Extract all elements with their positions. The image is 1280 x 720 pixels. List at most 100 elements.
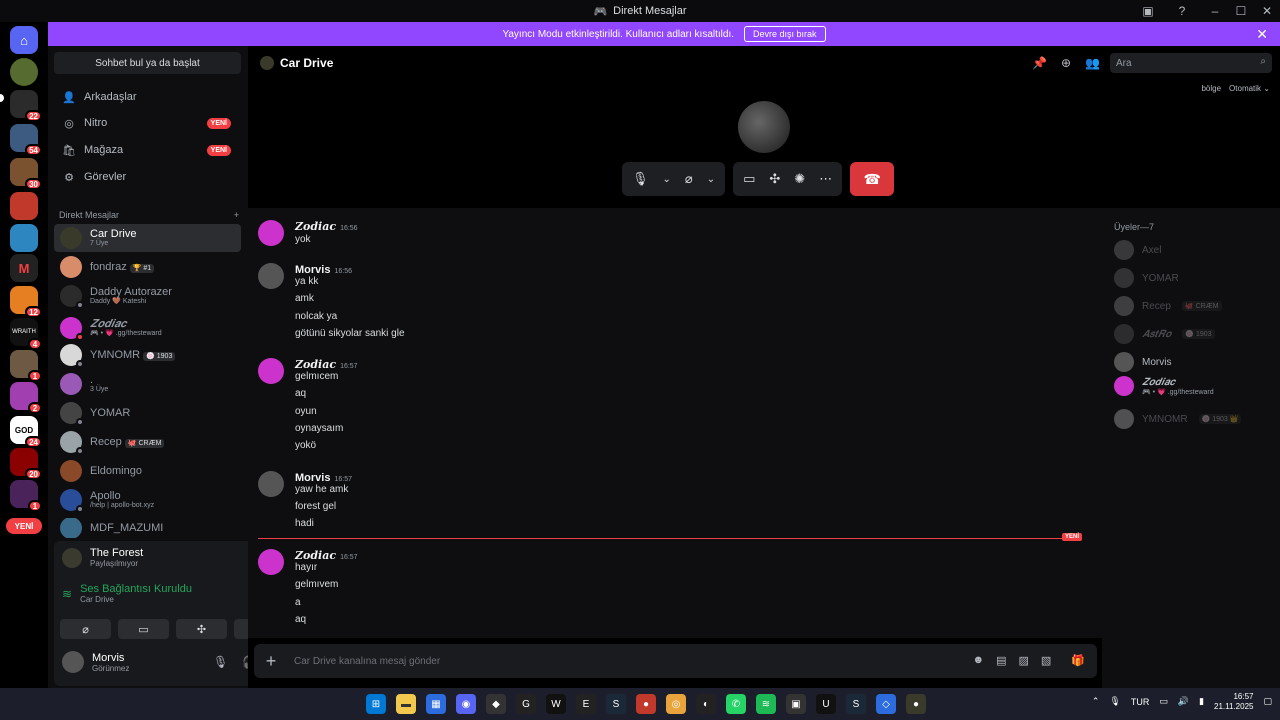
app-icon[interactable]: ◆	[486, 694, 506, 714]
message-composer[interactable]: + Car Drive kanalına mesaj gönder ☻ ▤ ▨ …	[254, 644, 1097, 678]
server-icon[interactable]: 54	[10, 124, 42, 156]
app-icon[interactable]: W	[546, 694, 566, 714]
find-conversation-button[interactable]: Sohbet bul ya da başlat	[54, 52, 241, 74]
server-icon[interactable]: 20	[10, 448, 42, 480]
dm-item[interactable]: YMNOMR 🍥 1903	[54, 341, 241, 369]
upload-plus-icon[interactable]: +	[254, 651, 288, 672]
more-icon[interactable]: ⋯	[819, 171, 832, 187]
steam-icon[interactable]: S	[606, 694, 626, 714]
member-item[interactable]: Morvis	[1114, 352, 1171, 372]
file-explorer-icon[interactable]: ▬	[396, 694, 416, 714]
nav-nitro[interactable]: ◎ Nitro YENİ	[54, 110, 241, 136]
server-icon[interactable]: 2	[10, 382, 42, 414]
server-icon[interactable]	[10, 224, 38, 252]
server-icon[interactable]	[10, 192, 38, 220]
member-item[interactable]: 𝒁𝒐𝒅𝒊𝒂𝒄 🎮 • 💗 .gg/thesteward	[1114, 376, 1214, 396]
nav-shop[interactable]: 🛍 Mağaza YENİ	[54, 137, 241, 163]
screen-share-icon[interactable]: ▭	[743, 171, 755, 187]
avatar[interactable]	[62, 651, 84, 673]
maximize-button[interactable]: ☐	[1228, 4, 1254, 18]
chrome-icon[interactable]: ◎	[666, 694, 686, 714]
app-icon[interactable]: ●	[636, 694, 656, 714]
activities-button[interactable]: ✣	[176, 619, 227, 639]
chevron-down-icon[interactable]: ⌄	[707, 174, 715, 185]
message-input[interactable]: Car Drive kanalına mesaj gönder	[294, 656, 440, 667]
inbox-icon[interactable]: ▣	[1140, 3, 1156, 19]
server-icon[interactable]: WRAITH 4	[10, 318, 42, 350]
server-icon[interactable]: 1	[10, 480, 42, 512]
microphone-icon[interactable]: 🎙	[1109, 696, 1120, 707]
unreal-icon[interactable]: U	[816, 694, 836, 714]
gif-icon[interactable]: ▤	[996, 654, 1006, 667]
discord-icon[interactable]: ◉	[456, 694, 476, 714]
dm-item[interactable]: fondraz 🏆 #1	[54, 253, 241, 281]
server-icon[interactable]: 12	[10, 286, 42, 318]
add-friends-icon[interactable]: ⊕	[1061, 56, 1071, 70]
pin-icon[interactable]: 📌	[1032, 56, 1047, 70]
activities-icon[interactable]: ✣	[769, 171, 780, 187]
dm-item[interactable]: Eldomingo	[54, 457, 241, 485]
disable-streamer-mode-button[interactable]: Devre dışı bırak	[744, 26, 826, 42]
dm-item[interactable]: Car Drive 7 Üye	[54, 224, 241, 252]
language-indicator[interactable]: TUR	[1131, 697, 1150, 707]
server-icon[interactable]: 30	[10, 158, 42, 190]
steam-icon[interactable]: S	[846, 694, 866, 714]
dm-item[interactable]: 𝒁𝒐𝒅𝒊𝒂𝒄 🎮 • 💗 .gg/thesteward	[54, 314, 241, 342]
microphone-icon[interactable]: 🎙	[632, 171, 649, 187]
nav-quests[interactable]: ⚙ Görevler	[54, 164, 241, 190]
epic-games-icon[interactable]: E	[576, 694, 596, 714]
store-icon[interactable]: ▦	[426, 694, 446, 714]
member-item[interactable]: YMNOMR 🍥 1903 👑	[1114, 409, 1242, 429]
help-icon[interactable]: ?	[1174, 3, 1190, 19]
whatsapp-icon[interactable]: ✆	[726, 694, 746, 714]
avatar[interactable]	[258, 263, 284, 289]
clock[interactable]: 16:57 21.11.2025	[1214, 692, 1253, 711]
battery-icon[interactable]: ▮	[1199, 696, 1204, 707]
app-icon[interactable]: ◇	[876, 694, 896, 714]
call-participant-avatar[interactable]	[738, 101, 790, 153]
avatar[interactable]	[258, 549, 284, 575]
member-item[interactable]: YOMAR	[1114, 268, 1179, 288]
app-icon[interactable]: ●	[906, 694, 926, 714]
avatar[interactable]	[258, 471, 284, 497]
spotify-icon[interactable]: ≋	[756, 694, 776, 714]
soundboard-icon[interactable]: ✺	[794, 171, 805, 187]
search-input[interactable]: Ara ⌕	[1110, 53, 1272, 73]
image-icon[interactable]: ▧	[1041, 654, 1051, 667]
app-icon[interactable]: ▣	[786, 694, 806, 714]
obs-icon[interactable]: ◐	[696, 694, 716, 714]
dm-item[interactable]: Apollo/help | apollo-bot.xyz	[54, 486, 241, 514]
server-icon[interactable]: M	[10, 254, 38, 282]
apps-icon[interactable]: ☻	[973, 654, 985, 667]
region-select[interactable]: Otomatik ⌄	[1229, 84, 1270, 93]
minimize-button[interactable]: –	[1202, 4, 1228, 18]
member-item[interactable]: Axel	[1114, 240, 1161, 260]
sticker-icon[interactable]: ▨	[1018, 654, 1028, 667]
close-icon[interactable]: ✕	[1256, 26, 1268, 43]
tray-chevron-icon[interactable]: ⌃	[1092, 696, 1100, 707]
hang-up-button[interactable]: ☎	[850, 162, 895, 196]
server-icon[interactable]: GOD 24	[10, 416, 42, 448]
member-item[interactable]: 𝑨𝒔𝒕𝑹𝒐 🍥 1903	[1114, 324, 1215, 344]
new-servers-pill[interactable]: YENİ	[6, 518, 42, 534]
dm-item[interactable]: Recep 🐙 CRÆM	[54, 428, 241, 456]
avatar[interactable]	[258, 220, 284, 246]
dm-item[interactable]: .3 Üye	[54, 370, 241, 398]
nav-friends[interactable]: 👤 Arkadaşlar	[54, 84, 241, 110]
app-icon[interactable]: G	[516, 694, 536, 714]
create-dm-icon[interactable]: +	[234, 210, 239, 220]
notification-icon[interactable]: ▢	[1263, 696, 1272, 707]
volume-icon[interactable]: 🔊	[1178, 696, 1189, 707]
avatar[interactable]	[258, 358, 284, 384]
microphone-icon[interactable]: 🎙	[213, 655, 228, 669]
server-icon[interactable]: 1	[10, 350, 42, 382]
member-item[interactable]: Recep 🐙 CRÆM	[1114, 296, 1222, 316]
network-icon[interactable]: ▭	[1159, 696, 1168, 707]
start-icon[interactable]: ⊞	[366, 694, 386, 714]
camera-off-button[interactable]: ⌀	[60, 619, 111, 639]
close-window-button[interactable]: ✕	[1254, 4, 1280, 18]
home-button[interactable]: ⌂	[10, 26, 38, 54]
screen-share-button[interactable]: ▭	[118, 619, 169, 639]
member-list-icon[interactable]: 👥	[1085, 56, 1100, 70]
camera-off-icon[interactable]: ⌀	[685, 171, 693, 187]
